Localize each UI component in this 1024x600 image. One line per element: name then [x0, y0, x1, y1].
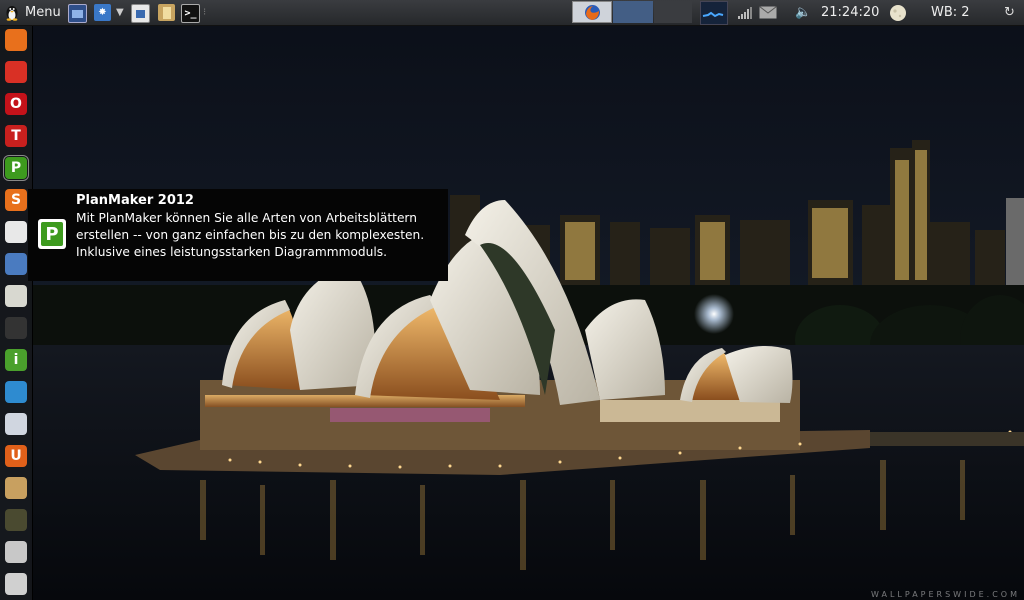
presentation-board-icon[interactable] [5, 381, 27, 403]
wallpaper-watermark: WALLPAPERSWIDE.COM [871, 590, 1020, 599]
calculator-icon[interactable] [5, 285, 27, 307]
volume-icon[interactable]: 🔈 [795, 0, 811, 25]
launcher-glyph: i [13, 352, 19, 368]
file-manager-icon[interactable] [158, 4, 175, 21]
taskbar-button-2[interactable] [613, 1, 653, 23]
launcher-glyph: T [11, 128, 21, 144]
dropdown-arrow-icon[interactable]: ▼ [116, 0, 124, 25]
launcher-glyph: P [10, 160, 22, 176]
mail-icon[interactable] [759, 0, 777, 25]
workspace-indicator[interactable]: WB: 2 [931, 0, 970, 25]
network-tool-icon[interactable]: ✸ [94, 4, 111, 21]
opera-icon[interactable]: O [5, 93, 27, 115]
moon-phase-icon[interactable] [889, 0, 907, 25]
refresh-icon[interactable]: ↻ [1004, 0, 1015, 25]
launcher-panel: OTPSi U [0, 25, 33, 600]
disk-usage-icon[interactable] [5, 413, 27, 435]
planmaker-icon[interactable]: P [3, 155, 29, 181]
menu-button[interactable]: Menu [4, 0, 61, 25]
panel-separator-icon: ⁝ [203, 7, 207, 18]
launcher-glyph: U [10, 448, 22, 464]
desktop-wallpaper [0, 0, 1024, 600]
firefox-icon [584, 4, 600, 20]
chrome-icon[interactable] [5, 61, 27, 83]
tux-icon [6, 6, 18, 21]
camera-icon[interactable] [5, 317, 27, 339]
calendar-icon[interactable] [5, 253, 27, 275]
terminal-icon[interactable]: >_ [181, 4, 200, 23]
desktop-icon[interactable] [68, 4, 87, 23]
presentations-icon[interactable]: S [5, 189, 27, 211]
package-install-icon[interactable] [5, 477, 27, 499]
tooltip-description: Mit PlanMaker können Sie alle Arten von … [76, 211, 425, 259]
launcher-glyph: S [10, 192, 22, 208]
acrobat-icon[interactable] [5, 221, 27, 243]
info-icon[interactable]: i [5, 349, 27, 371]
app-tooltip: P PlanMaker 2012 Mit PlanMaker können Si… [28, 189, 448, 281]
taskbar-button-3[interactable] [654, 1, 692, 23]
trash-icon[interactable] [5, 573, 27, 595]
system-monitor-icon[interactable] [5, 509, 27, 531]
cpu-monitor-icon[interactable] [700, 1, 728, 25]
planmaker-icon: P [38, 219, 66, 249]
menu-label: Menu [25, 5, 61, 20]
ubuntu-one-icon[interactable]: U [5, 445, 27, 467]
screenshot-icon[interactable] [131, 4, 150, 23]
tooltip-title: PlanMaker 2012 [76, 193, 194, 208]
signal-strength-icon[interactable] [738, 0, 752, 25]
office-suite-icon[interactable] [5, 29, 27, 51]
textmaker-icon[interactable]: T [5, 125, 27, 147]
taskbar-button-firefox[interactable] [572, 1, 612, 23]
mixer-icon[interactable] [5, 541, 27, 563]
launcher-glyph: O [10, 96, 22, 112]
panel-clock[interactable]: 21:24:20 [821, 0, 879, 25]
top-panel: Menu ✸ ▼ >_ ⁝ 🔈 21:24:20 WB: 2 ↻ [0, 0, 1024, 26]
